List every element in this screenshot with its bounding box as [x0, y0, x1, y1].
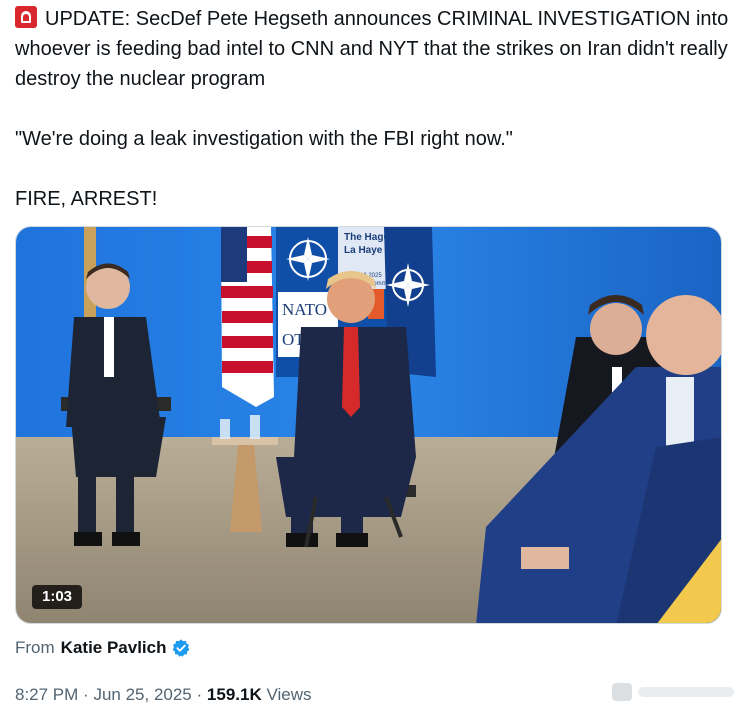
attribution: From Katie Pavlich [15, 636, 191, 660]
views-label: Views [266, 685, 312, 704]
police-light-icon [15, 6, 37, 28]
watermark-logo [612, 683, 734, 701]
tweet-meta: 8:27 PM · Jun 25, 2025 · 159.1K Views [15, 683, 312, 707]
from-label: From [15, 638, 55, 657]
video-duration-badge: 1:03 [32, 585, 83, 609]
tweet-headline-paragraph: UPDATE: SecDef Pete Hegseth announces CR… [15, 4, 730, 94]
tweet-quote: "We're doing a leak investigation with t… [15, 128, 513, 150]
tweet-time[interactable]: 8:27 PM [15, 685, 78, 704]
video-player[interactable]: NATO OTAN The Hague La Haye 24-25 VI 202… [15, 226, 722, 624]
video-frame: NATO OTAN The Hague La Haye 24-25 VI 202… [16, 227, 721, 623]
tweet-closing: FIRE, ARREST! [15, 188, 158, 210]
tweet: UPDATE: SecDef Pete Hegseth announces CR… [0, 0, 745, 711]
nato-sign-line1: NATO [282, 300, 327, 319]
tweet-headline: UPDATE: SecDef Pete Hegseth announces CR… [15, 8, 729, 90]
venue-line2: La Haye [344, 245, 383, 256]
us-flag [221, 227, 274, 407]
author-link[interactable]: Katie Pavlich [61, 636, 167, 660]
verified-badge-icon [172, 639, 189, 657]
tweet-body: UPDATE: SecDef Pete Hegseth announces CR… [15, 4, 730, 214]
tweet-date[interactable]: Jun 25, 2025 [93, 685, 191, 704]
meta-separator: · [83, 685, 89, 704]
meta-separator-2: · [196, 685, 203, 704]
views-count: 159.1K [206, 685, 262, 704]
